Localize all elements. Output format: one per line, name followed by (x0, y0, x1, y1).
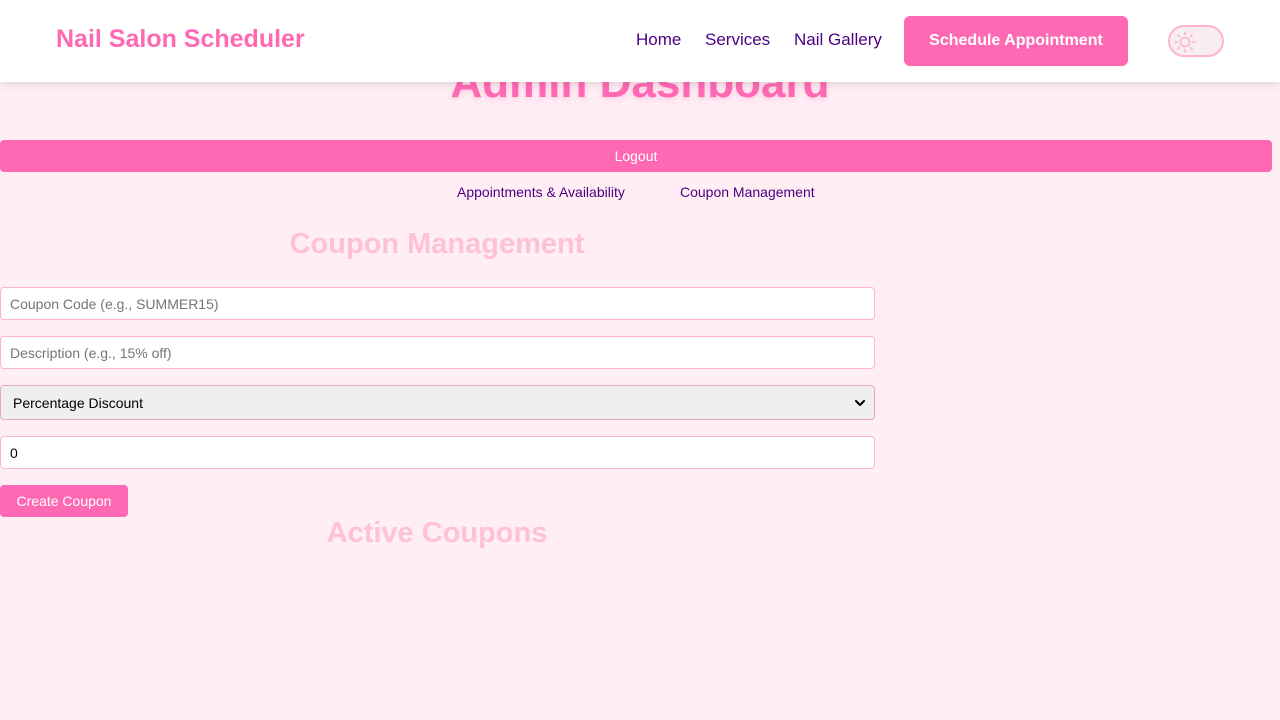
logout-button[interactable]: Logout (0, 140, 1272, 172)
coupon-code-placeholder: Coupon Code (e.g., SUMMER15) (10, 295, 219, 312)
discount-type-value: Percentage Discount (13, 394, 143, 411)
coupon-description-input[interactable]: Description (e.g., 15% off) (0, 336, 875, 369)
navbar: Nail Salon Scheduler Home Services Nail … (0, 0, 1280, 82)
coupon-code-input[interactable]: Coupon Code (e.g., SUMMER15) (0, 287, 875, 320)
nav-services[interactable]: Services (705, 30, 770, 50)
page: Admin Dashboard Nail Salon Scheduler Hom… (0, 0, 1280, 720)
theme-toggle[interactable] (1168, 25, 1224, 57)
active-coupons-title: Active Coupons (326, 517, 548, 549)
discount-type-select[interactable]: Percentage Discount (0, 385, 875, 420)
create-coupon-button[interactable]: Create Coupon (0, 485, 128, 517)
discount-value: 0 (10, 444, 18, 461)
discount-value-input[interactable]: 0 (0, 436, 875, 469)
brand-title[interactable]: Nail Salon Scheduler (56, 25, 305, 54)
schedule-appointment-button[interactable]: Schedule Appointment (904, 16, 1128, 66)
coupon-description-placeholder: Description (e.g., 15% off) (10, 344, 172, 361)
nav-home[interactable]: Home (636, 30, 681, 50)
tab-coupon-management[interactable]: Coupon Management (680, 184, 815, 200)
coupon-management-title: Coupon Management (289, 228, 585, 260)
nav-nail-gallery[interactable]: Nail Gallery (794, 30, 882, 50)
tab-appointments-availability[interactable]: Appointments & Availability (457, 184, 625, 200)
chevron-down-icon (855, 399, 865, 406)
sun-icon (1174, 31, 1196, 53)
